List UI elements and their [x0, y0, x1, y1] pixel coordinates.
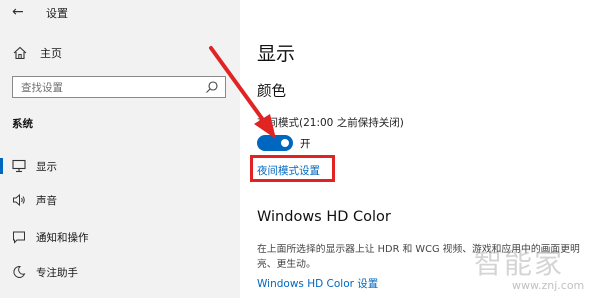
page-title: 显示 [257, 43, 296, 65]
selected-indicator [0, 158, 3, 174]
app-title: 设置 [46, 7, 68, 20]
search-input[interactable]: 查找设置 [12, 76, 226, 98]
search-placeholder: 查找设置 [21, 82, 63, 94]
night-light-label: 夜间模式(21:00 之前保持关闭) [257, 117, 404, 129]
sidebar: ← 设置 主页 查找设置 系统 显示 声音 通知和操作 专注助手 [0, 0, 240, 298]
sidebar-item-focus-assist[interactable]: 专注助手 [0, 262, 240, 282]
watermark-text: 智能家 [474, 247, 565, 280]
speaker-icon [11, 192, 27, 208]
toggle-knob [281, 139, 289, 147]
home-nav-item[interactable]: 主页 [12, 44, 62, 62]
night-light-settings-link[interactable]: 夜间模式设置 [257, 163, 320, 178]
back-arrow-icon[interactable]: ← [12, 4, 24, 20]
hd-color-settings-link[interactable]: Windows HD Color 设置 [257, 276, 378, 291]
hd-color-heading: Windows HD Color [257, 209, 391, 225]
title-bar: ← 设置 [0, 0, 240, 26]
monitor-icon [11, 158, 27, 174]
notification-icon [11, 229, 27, 245]
toggle-state-label: 开 [300, 138, 311, 150]
color-heading: 颜色 [257, 84, 286, 100]
sidebar-item-sound[interactable]: 声音 [0, 190, 240, 210]
sidebar-item-label: 通知和操作 [36, 231, 89, 244]
home-label: 主页 [40, 47, 62, 60]
watermark-url: www.znj.com [512, 279, 585, 292]
sidebar-item-label: 显示 [36, 160, 57, 173]
watermark: 智能家 www.znj.com [468, 240, 598, 296]
sidebar-item-display[interactable]: 显示 [0, 156, 240, 176]
search-icon[interactable] [205, 80, 219, 94]
sidebar-item-notifications[interactable]: 通知和操作 [0, 227, 240, 247]
home-icon [13, 46, 27, 60]
section-label-system: 系统 [12, 118, 33, 130]
moon-icon [11, 264, 27, 280]
sidebar-item-label: 专注助手 [36, 266, 78, 279]
sidebar-item-label: 声音 [36, 194, 57, 207]
night-light-toggle[interactable] [257, 135, 293, 151]
